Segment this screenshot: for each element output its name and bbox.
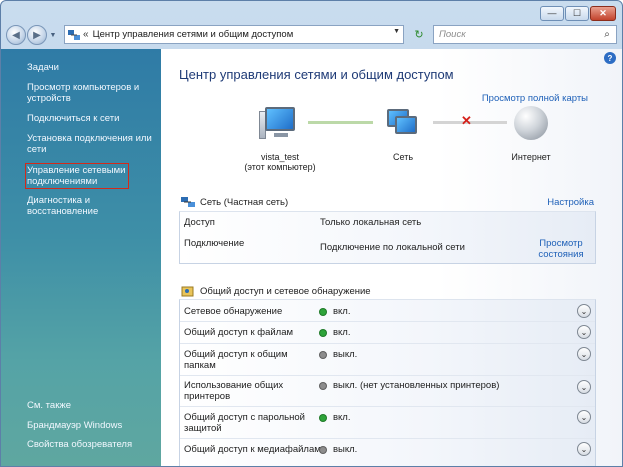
access-label: Доступ — [184, 217, 215, 228]
computer-name-label: vista_test — [260, 152, 300, 162]
row-divider — [180, 406, 595, 407]
expand-media-sharing-button[interactable]: ⌄ — [577, 442, 591, 456]
sidebar-item-firewall[interactable]: Брандмауэр Windows — [27, 420, 159, 431]
sharing-row-label: Общий доступ к файлам — [184, 327, 294, 338]
search-input[interactable]: Поиск — [439, 29, 598, 40]
explorer-window: — ☐ ✕ ◀ ▶ ▼ « Центр управления сетями и … — [0, 0, 623, 467]
address-bar[interactable]: « Центр управления сетями и общим доступ… — [64, 25, 404, 44]
expand-printer-sharing-button[interactable]: ⌄ — [577, 380, 591, 394]
sharing-row-value: вкл. — [320, 412, 351, 423]
computer-sub-label: (этот компьютер) — [244, 162, 316, 172]
sharing-panel: Сетевое обнаружение вкл. ⌄ Общий доступ … — [179, 299, 596, 466]
row-divider — [180, 438, 595, 439]
search-box[interactable]: Поиск ⌕ — [433, 25, 617, 44]
view-status-link[interactable]: Просмотр состояния — [535, 238, 587, 260]
sharing-row-status: выкл. (нет установленных принтеров) — [333, 380, 500, 391]
broken-connection-icon: ✕ — [461, 113, 472, 128]
status-on-icon — [320, 329, 326, 336]
sharing-row-label: Общий доступ к общим папкам — [184, 349, 288, 371]
network-label: Сеть — [392, 152, 414, 162]
internet-label: Интернет — [511, 152, 551, 162]
sidebar-item-connect[interactable]: Подключиться к сети — [27, 113, 159, 124]
sharing-row-status: вкл. — [333, 327, 351, 338]
address-dropdown-icon[interactable]: ▼ — [393, 28, 400, 35]
navigation-bar: ◀ ▶ ▼ « Центр управления сетями и общим … — [6, 23, 617, 47]
network-section-header: Сеть (Частная сеть) Настройка — [181, 194, 594, 210]
connection-value: Подключение по локальной сети — [320, 242, 465, 253]
see-also-heading: См. также — [27, 400, 71, 411]
sharing-row-value: выкл. — [320, 444, 357, 455]
minimize-button[interactable]: — — [540, 6, 564, 21]
access-value: Только локальная сеть — [320, 217, 422, 228]
connection-line-local — [308, 121, 373, 124]
sharing-row-label: Сетевое обнаружение — [184, 306, 283, 317]
sharing-row: Использование общих принтеров выкл. (нет… — [180, 380, 595, 406]
recent-pages-dropdown[interactable]: ▼ — [48, 32, 58, 39]
sidebar-item-manage-connections[interactable]: Управление сетевыми подключениями — [25, 163, 129, 189]
main-pane: ? Центр управления сетями и общим доступ… — [161, 49, 622, 466]
maximize-button[interactable]: ☐ — [565, 6, 589, 21]
row-divider — [180, 343, 595, 344]
search-icon[interactable]: ⌕ — [598, 29, 616, 40]
sharing-row: Общий доступ к медиафайлам выкл. ⌄ — [180, 442, 595, 462]
sharing-row-label: Использование общих принтеров — [184, 380, 284, 402]
task-pane: Задачи Просмотр компьютеров и устройств … — [1, 49, 161, 466]
help-icon[interactable]: ? — [604, 52, 616, 64]
close-button[interactable]: ✕ — [590, 6, 616, 21]
address-text: Центр управления сетями и общим доступом — [92, 29, 294, 40]
status-on-icon — [320, 308, 326, 315]
page-title: Центр управления сетями и общим доступом — [179, 67, 454, 82]
expand-password-sharing-button[interactable]: ⌄ — [577, 410, 591, 424]
address-chevron-icon: « — [83, 29, 89, 40]
back-arrow-icon: ◀ — [12, 29, 20, 41]
internet-globe-icon[interactable] — [514, 106, 548, 140]
status-off-icon — [320, 382, 326, 389]
view-full-map-link[interactable]: Просмотр полной карты — [482, 93, 588, 104]
refresh-button[interactable]: ↻ — [409, 26, 429, 43]
network-icon[interactable] — [395, 116, 417, 134]
sharing-row-status: вкл. — [333, 306, 351, 317]
network-pcs-icon — [181, 196, 195, 208]
expand-public-folder-button[interactable]: ⌄ — [577, 347, 591, 361]
row-divider — [180, 321, 595, 322]
sidebar-item-setup-connection[interactable]: Установка подключения или сети — [27, 133, 159, 155]
status-off-icon — [320, 446, 326, 453]
sharing-row-value: выкл. (нет установленных принтеров) — [320, 380, 499, 391]
status-off-icon — [320, 351, 326, 358]
forward-arrow-icon: ▶ — [33, 29, 41, 41]
sharing-row-status: выкл. — [333, 349, 358, 360]
sharing-icon — [181, 286, 195, 297]
monitor-stand-icon — [274, 133, 288, 137]
expand-file-sharing-button[interactable]: ⌄ — [577, 325, 591, 339]
sharing-section-header: Общий доступ и сетевое обнаружение — [181, 283, 594, 299]
expand-network-discovery-button[interactable]: ⌄ — [577, 304, 591, 318]
sharing-row-status: вкл. — [333, 412, 351, 423]
connection-label: Подключение — [184, 238, 245, 249]
row-divider — [180, 375, 595, 376]
caption-buttons: — ☐ ✕ — [540, 6, 616, 21]
this-computer-icon[interactable] — [265, 107, 295, 131]
sharing-row-status: выкл. — [333, 444, 358, 455]
content-area: Задачи Просмотр компьютеров и устройств … — [1, 49, 622, 466]
sharing-row: Общий доступ с парольной защитой вкл. ⌄ — [180, 410, 595, 438]
sidebar-item-view-computers[interactable]: Просмотр компьютеров и устройств — [27, 82, 159, 104]
sidebar-item-internet-options[interactable]: Свойства обозревателя — [27, 439, 159, 450]
network-section-title: Сеть (Частная сеть) — [200, 196, 289, 208]
status-on-icon — [320, 414, 326, 421]
tasks-heading: Задачи — [27, 62, 59, 73]
network-details-panel: Доступ Только локальная сеть Подключение… — [179, 211, 596, 264]
forward-button[interactable]: ▶ — [27, 25, 47, 45]
sharing-row-label: Общий доступ к медиафайлам — [184, 444, 321, 455]
back-button[interactable]: ◀ — [6, 25, 26, 45]
network-settings-link[interactable]: Настройка — [547, 197, 594, 208]
sharing-row-value: вкл. — [320, 327, 351, 338]
refresh-icon: ↻ — [414, 29, 424, 41]
sharing-row: Общий доступ к общим папкам выкл. ⌄ — [180, 347, 595, 375]
sharing-row-value: вкл. — [320, 306, 351, 317]
sidebar-item-diagnose[interactable]: Диагностика и восстановление — [27, 195, 159, 217]
sharing-row-label: Общий доступ с парольной защитой — [184, 412, 305, 434]
sharing-row-value: выкл. — [320, 349, 357, 360]
network-center-icon — [68, 29, 80, 41]
sharing-section-title: Общий доступ и сетевое обнаружение — [200, 285, 371, 297]
